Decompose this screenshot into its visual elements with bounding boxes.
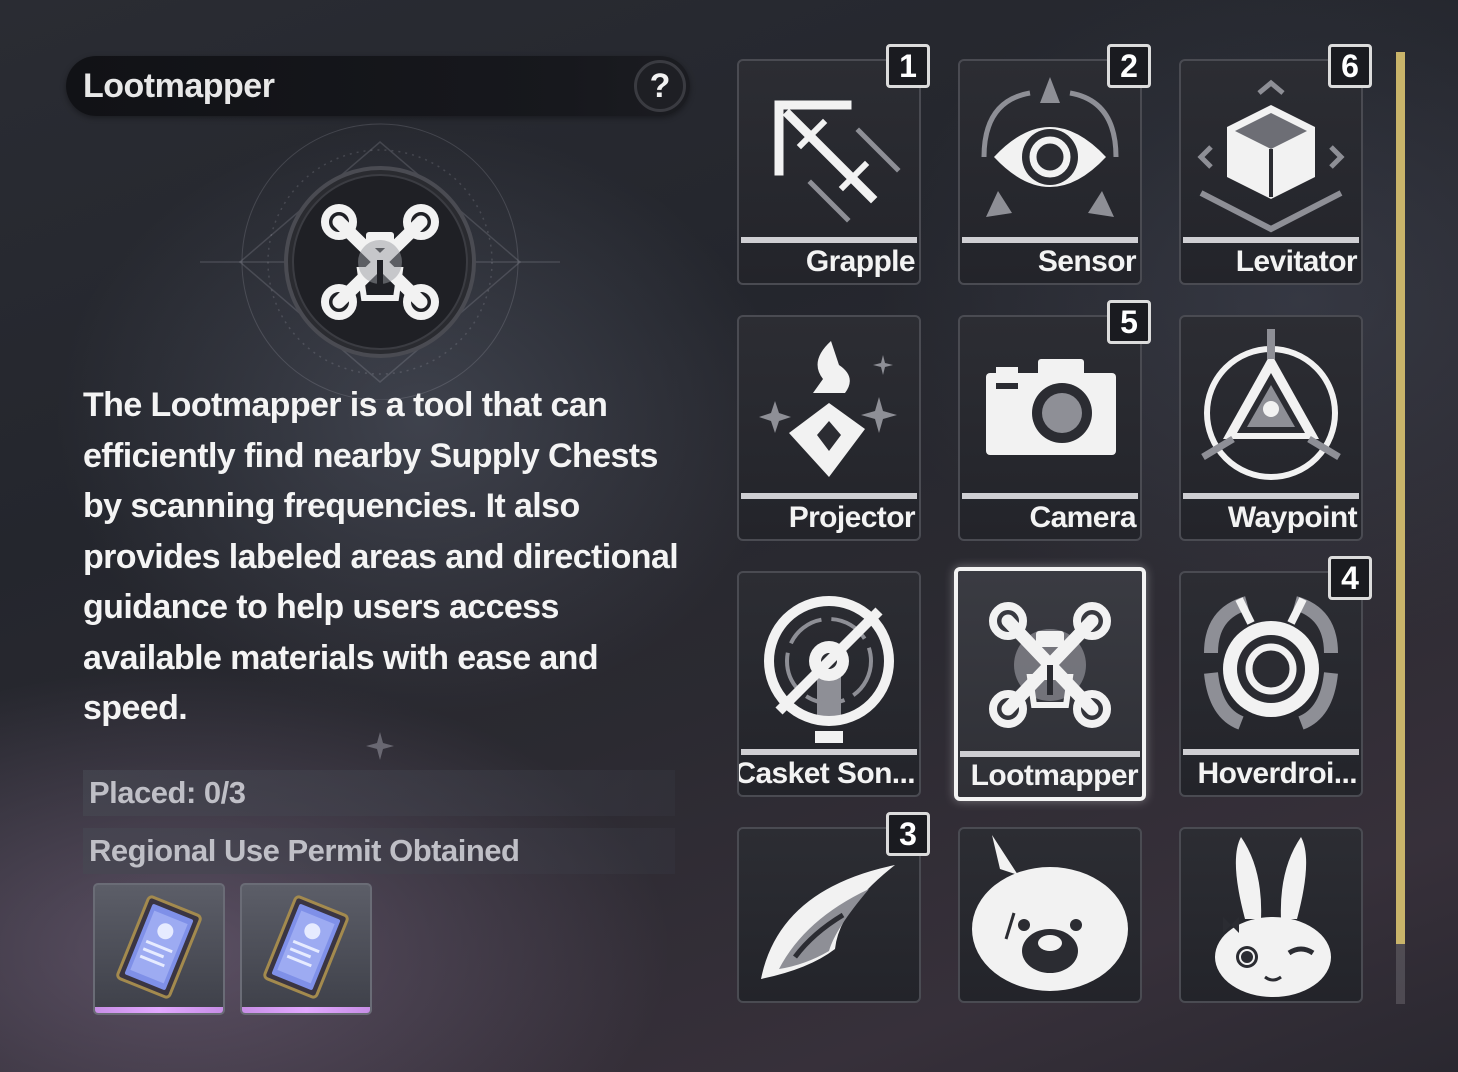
label-divider: [962, 493, 1138, 499]
tool-label: Sensor: [1037, 245, 1137, 278]
permit-card-icon: [263, 895, 349, 999]
placed-count: Placed: 0/3: [83, 770, 675, 816]
tool-tile-hoverdroid[interactable]: Hoverdroi...: [1179, 571, 1363, 797]
tool-tile-projector[interactable]: Projector: [737, 315, 921, 541]
hotkey-badge: 1: [886, 44, 930, 88]
tool-tile-sensor[interactable]: Sensor: [958, 59, 1142, 285]
tool-tile-lootmapper[interactable]: Lootmapper: [954, 567, 1146, 801]
tool-title-bar: Lootmapper ?: [66, 56, 690, 116]
lootmapper-emblem: [200, 123, 560, 400]
label-divider: [962, 237, 1138, 243]
label-divider: [741, 237, 917, 243]
hotkey-badge: 6: [1328, 44, 1372, 88]
tool-label: Lootmapper: [970, 759, 1139, 792]
permit-card-1[interactable]: [93, 883, 225, 1015]
tool-label: Grapple: [805, 245, 916, 278]
label-divider: [1183, 749, 1359, 755]
tool-tile-bear[interactable]: [958, 827, 1142, 1003]
hotkey-badge: 4: [1328, 556, 1372, 600]
tool-tile-levitator[interactable]: Levitator: [1179, 59, 1363, 285]
scrollbar-thumb[interactable]: [1396, 52, 1405, 944]
permit-card-icon: [116, 895, 202, 999]
label-divider: [1183, 493, 1359, 499]
label-divider: [741, 493, 917, 499]
label-divider: [741, 749, 917, 755]
tool-tile-casket-sonar[interactable]: Casket Son...: [737, 571, 921, 797]
waypoint-icon: [1201, 329, 1341, 480]
tool-label: Casket Son...: [737, 757, 916, 790]
tool-label: Camera: [1029, 501, 1137, 534]
permit-card-2[interactable]: [240, 883, 372, 1015]
bear-face-icon: [972, 835, 1128, 991]
permit-status: Regional Use Permit Obtained: [83, 828, 675, 874]
tool-label: Levitator: [1235, 245, 1358, 278]
tool-tile-camera[interactable]: Camera: [958, 315, 1142, 541]
divider-star-icon: [366, 732, 394, 760]
rarity-bar: [242, 1007, 370, 1013]
tool-description: The Lootmapper is a tool that can effici…: [83, 386, 679, 727]
tool-label: Hoverdroi...: [1197, 757, 1358, 790]
tool-label: Projector: [788, 501, 916, 534]
tool-tile-grapple[interactable]: Grapple: [737, 59, 921, 285]
lootmapper-icon: [989, 602, 1111, 728]
hotkey-badge: 3: [886, 812, 930, 856]
label-divider: [1183, 237, 1359, 243]
tool-list-scrollbar[interactable]: [1396, 52, 1405, 1004]
rabbit-face-icon: [1215, 837, 1331, 997]
help-icon: ?: [649, 66, 671, 105]
hotkey-badge: 5: [1107, 300, 1151, 344]
hotkey-badge: 2: [1107, 44, 1151, 88]
tool-label: Waypoint: [1227, 501, 1358, 534]
tool-tile-waypoint[interactable]: Waypoint: [1179, 315, 1363, 541]
rarity-bar: [95, 1007, 223, 1013]
help-button[interactable]: ?: [634, 60, 686, 112]
projector-icon: [759, 341, 897, 477]
tool-title: Lootmapper: [83, 67, 275, 105]
label-divider: [960, 751, 1140, 757]
tool-tile-rabbit[interactable]: [1179, 827, 1363, 1003]
casket-sonar-icon: [764, 596, 894, 743]
